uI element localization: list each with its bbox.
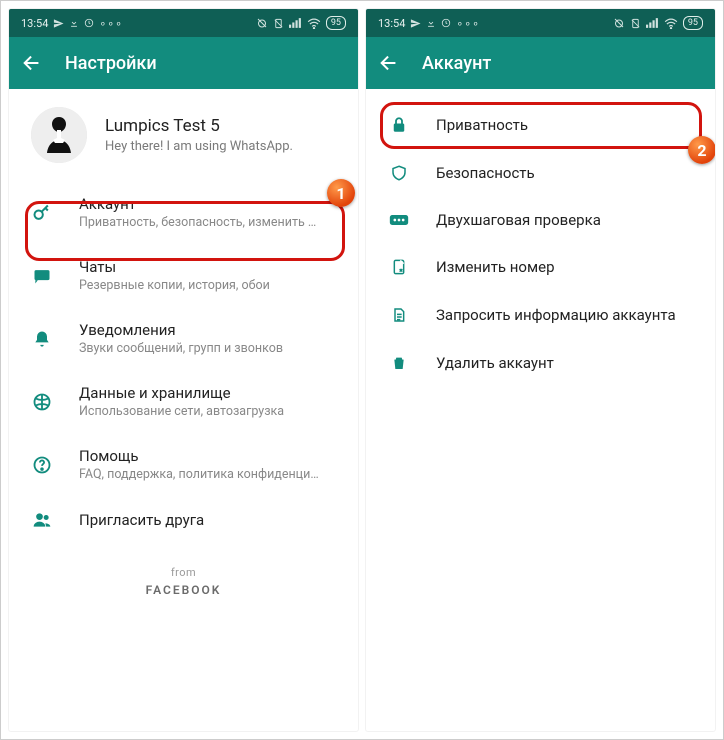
item-label: Изменить номер [436,258,555,276]
item-sublabel: FAQ, поддержка, политика конфиденциальн.… [79,467,319,482]
status-more: ∘∘∘ [456,17,480,30]
status-bar: 13:54 ∘∘∘ 95 [9,9,358,37]
account-item-privacy[interactable]: Приватность [366,101,715,149]
data-icon [31,392,53,412]
status-more: ∘∘∘ [99,17,123,30]
app-bar: Аккаунт [366,37,715,89]
footer-brand: FACEBOOK [9,583,358,597]
item-sublabel: Использование сети, автозагрузка [79,404,284,419]
phone-settings: 13:54 ∘∘∘ 95 Настройки [9,9,358,731]
item-sublabel: Резервные копии, история, обои [79,278,270,293]
back-button[interactable] [378,52,400,74]
arrow-left-icon [378,52,400,74]
avatar [31,107,87,163]
battery-indicator: 95 [683,16,703,30]
signal-icon [289,18,302,28]
item-sublabel: Приватность, безопасность, изменить номе… [79,215,319,230]
lock-icon [388,115,410,135]
back-button[interactable] [21,52,43,74]
settings-item-data[interactable]: Данные и хранилище Использование сети, а… [9,370,358,433]
item-sublabel: Звуки сообщений, групп и звонков [79,341,283,356]
status-time: 13:54 [378,17,405,30]
status-bar: 13:54 ∘∘∘ 95 [366,9,715,37]
status-time: 13:54 [21,17,48,30]
nosim-icon [630,18,641,29]
dots-icon [388,213,410,227]
sim-icon [388,257,410,277]
item-label: Помощь [79,447,319,465]
wifi-icon [664,18,678,29]
telegram-icon [410,18,421,29]
settings-item-invite[interactable]: Пригласить друга [9,496,358,544]
item-label: Уведомления [79,321,283,339]
account-item-request-info[interactable]: Запросить информацию аккаунта [366,291,715,339]
settings-item-account[interactable]: Аккаунт Приватность, безопасность, измен… [9,181,358,244]
download-icon [69,18,79,28]
help-icon [31,455,53,475]
item-label: Данные и хранилище [79,384,284,402]
page-title: Аккаунт [422,53,491,74]
item-label: Удалить аккаунт [436,354,554,372]
item-label: Запросить информацию аккаунта [436,306,676,324]
alarm-off-icon [613,17,625,29]
key-icon [31,203,53,223]
download-icon [426,18,436,28]
clock-icon [441,18,451,28]
item-label: Чаты [79,258,270,276]
people-icon [31,510,53,530]
profile-name: Lumpics Test 5 [105,116,293,136]
phone-account: 13:54 ∘∘∘ 95 Аккаунт [366,9,715,731]
footer-from: from [9,566,358,579]
profile-status: Hey there! I am using WhatsApp. [105,139,293,154]
page-title: Настройки [65,53,157,74]
alarm-off-icon [256,17,268,29]
bell-icon [31,329,53,349]
footer: from FACEBOOK [9,566,358,597]
profile-row[interactable]: Lumpics Test 5 Hey there! I am using Wha… [9,89,358,181]
chat-icon [31,266,53,286]
wifi-icon [307,18,321,29]
account-item-security[interactable]: Безопасность [366,149,715,197]
telegram-icon [53,18,64,29]
settings-item-help[interactable]: Помощь FAQ, поддержка, политика конфиден… [9,433,358,496]
settings-item-notifications[interactable]: Уведомления Звуки сообщений, групп и зво… [9,307,358,370]
trash-icon [388,353,410,373]
account-item-delete[interactable]: Удалить аккаунт [366,339,715,387]
shield-icon [388,163,410,183]
item-label: Безопасность [436,164,535,182]
item-label: Пригласить друга [79,511,204,529]
nosim-icon [273,18,284,29]
signal-icon [646,18,659,28]
item-label: Двухшаговая проверка [436,211,601,229]
account-item-change-number[interactable]: Изменить номер [366,243,715,291]
settings-item-chats[interactable]: Чаты Резервные копии, история, обои [9,244,358,307]
doc-icon [388,305,410,325]
item-label: Приватность [436,116,528,134]
app-bar: Настройки [9,37,358,89]
item-label: Аккаунт [79,195,319,213]
battery-indicator: 95 [326,16,346,30]
arrow-left-icon [21,52,43,74]
account-item-twostep[interactable]: Двухшаговая проверка [366,197,715,243]
clock-icon [84,18,94,28]
